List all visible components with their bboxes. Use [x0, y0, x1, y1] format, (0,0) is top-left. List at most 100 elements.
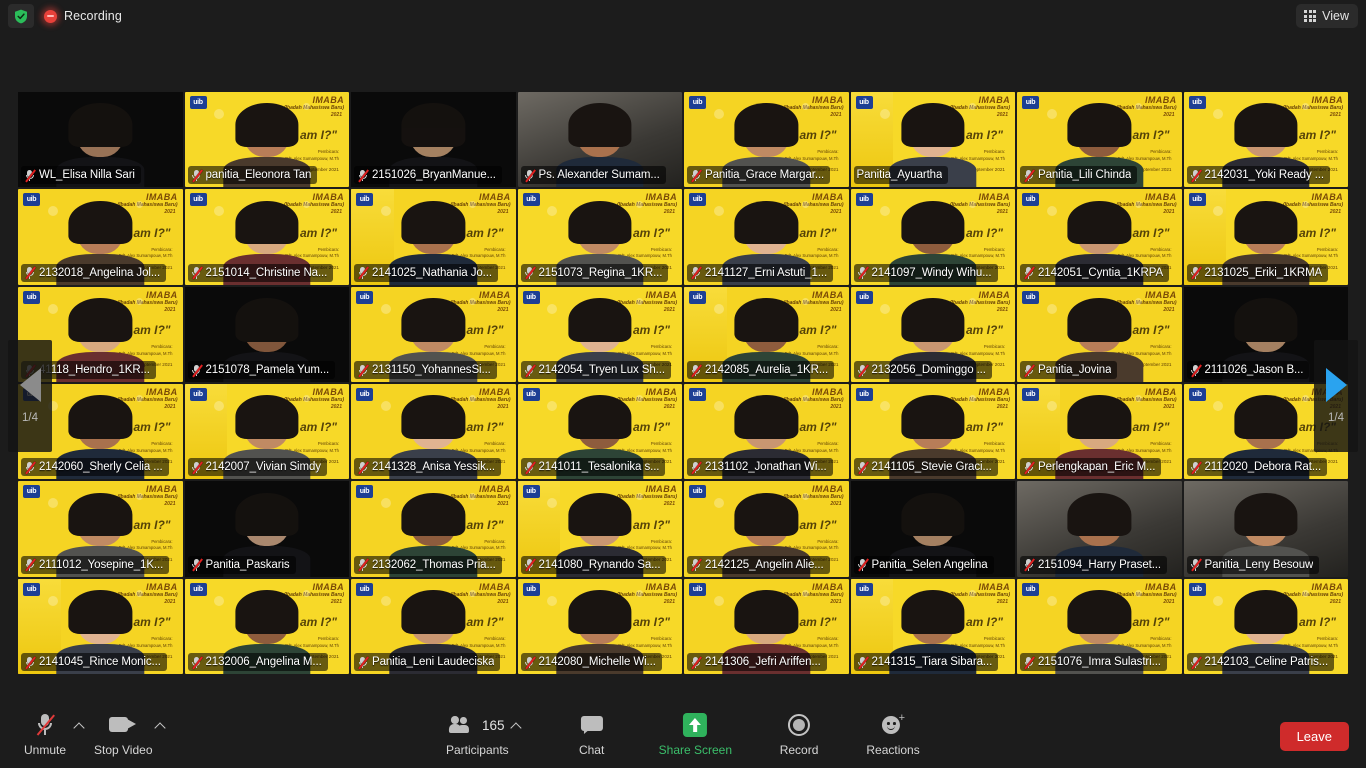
- participant-name: 2131102_Jonathan Wi...: [705, 461, 827, 474]
- participant-tile[interactable]: uibIMABA(Ibadah Mahasiswa Baru)2021"Who …: [184, 92, 349, 188]
- participant-tile[interactable]: uibIMABA(Ibadah Mahasiswa Baru)2021"Who …: [184, 189, 349, 285]
- participant-tile[interactable]: uibIMABA(Ibadah Mahasiswa Baru)2021"Who …: [351, 578, 516, 674]
- participant-tile[interactable]: Ps. Alexander Sumam...: [517, 92, 682, 188]
- poster-year: 2021: [1329, 598, 1341, 605]
- participant-tile[interactable]: WL_Elisa Nilla Sari: [18, 92, 183, 188]
- unmute-button[interactable]: Unmute: [18, 706, 72, 757]
- poster-brand: IMABA: [479, 387, 511, 397]
- participant-tile[interactable]: Panitia_Selen Angelina: [850, 481, 1015, 577]
- participant-name-badge: Panitia_Leni Laudeciska: [354, 653, 501, 671]
- share-screen-button[interactable]: Share Screen: [659, 706, 732, 757]
- poster-brand: IMABA: [146, 387, 178, 397]
- participant-name: 2142085_Aurelia_1KR...: [705, 364, 829, 376]
- poster-year: 2021: [330, 598, 342, 605]
- participant-tile[interactable]: uibIMABA(Ibadah Mahasiswa Baru)2021"Who …: [1183, 578, 1348, 674]
- poster-year: 2021: [497, 209, 509, 216]
- participant-tile[interactable]: uibIMABA(Ibadah Mahasiswa Baru)2021"Who …: [1183, 189, 1348, 285]
- record-button[interactable]: Record: [772, 706, 826, 757]
- participant-tile[interactable]: 2151026_BryanManue...: [351, 92, 516, 188]
- meeting-toolbar: Unmute Stop Video 165 Participants Chat …: [0, 698, 1366, 768]
- participant-tile[interactable]: uibIMABA(Ibadah Mahasiswa Baru)2021"Who …: [684, 578, 849, 674]
- participant-tile[interactable]: uibIMABA(Ibadah Mahasiswa Baru)2021"Who …: [850, 384, 1015, 480]
- microphone-muted-icon: [690, 655, 702, 669]
- participant-tile[interactable]: uibIMABA(Ibadah Mahasiswa Baru)2021"Who …: [1017, 189, 1182, 285]
- participant-tile[interactable]: uibIMABA(Ibadah Mahasiswa Baru)2021"Who …: [850, 578, 1015, 674]
- participant-tile[interactable]: uibIMABA(Ibadah Mahasiswa Baru)2021"Who …: [850, 92, 1015, 188]
- poster-brand: IMABA: [146, 484, 178, 495]
- participant-tile[interactable]: uibIMABA(Ibadah Mahasiswa Baru)2021"Who …: [517, 384, 682, 480]
- participant-tile[interactable]: uibIMABA(Ibadah Mahasiswa Baru)2021"Who …: [1017, 384, 1182, 480]
- participant-tile[interactable]: uibIMABA(Ibadah Mahasiswa Baru)2021"Who …: [184, 578, 349, 674]
- participant-tile[interactable]: uibIMABA(Ibadah Mahasiswa Baru)2021"Who …: [850, 189, 1015, 285]
- participant-name-badge: 2131102_Jonathan Wi...: [687, 458, 833, 477]
- participant-tile[interactable]: Panitia_Leny Besouw: [1183, 481, 1348, 577]
- participant-tile[interactable]: uibIMABA(Ibadah Mahasiswa Baru)2021"Who …: [684, 92, 849, 188]
- microphone-muted-icon: [857, 461, 869, 475]
- participant-tile[interactable]: uibIMABA(Ibadah Mahasiswa Baru)2021"Who …: [351, 189, 516, 285]
- recording-indicator[interactable]: Recording: [40, 9, 122, 23]
- participant-tile[interactable]: uibIMABA(Ibadah Mahasiswa Baru)2021"Who …: [517, 578, 682, 674]
- poster-year: 2021: [830, 501, 842, 508]
- participant-tile[interactable]: Panitia_Paskaris: [184, 481, 349, 577]
- chat-button[interactable]: Chat: [565, 706, 619, 757]
- participant-tile[interactable]: uibIMABA(Ibadah Mahasiswa Baru)2021"Who …: [351, 384, 516, 480]
- participant-tile[interactable]: uibIMABA(Ibadah Mahasiswa Baru)2021"Who …: [684, 481, 849, 577]
- participant-tile[interactable]: uibIMABA(Ibadah Mahasiswa Baru)2021"Who …: [684, 286, 849, 382]
- poster-brand: IMABA: [479, 484, 511, 495]
- poster-year: 2021: [1329, 112, 1341, 118]
- record-label: Record: [779, 743, 819, 757]
- participant-tile[interactable]: uibIMABA(Ibadah Mahasiswa Baru)2021"Who …: [1017, 286, 1182, 382]
- participant-name-badge: 2142007_Vivian Simdy: [187, 458, 327, 477]
- leave-button[interactable]: Leave: [1279, 722, 1349, 751]
- participant-tile[interactable]: uibIMABA(Ibadah Mahasiswa Baru)2021"Who …: [684, 384, 849, 480]
- uib-logo-icon: uib: [23, 290, 40, 304]
- reactions-button[interactable]: + Reactions: [866, 706, 920, 758]
- poster-speaker-line1: Pembicara:: [151, 246, 173, 252]
- participant-name-badge: Panitia_Ayuartha: [853, 166, 949, 185]
- participant-tile[interactable]: uibIMABA(Ibadah Mahasiswa Baru)2021"Who …: [1017, 92, 1182, 188]
- video-options-chevron-up-icon[interactable]: [153, 710, 169, 740]
- participant-name-badge: Perlengkapan_Eric M...: [1020, 458, 1162, 477]
- participant-tile[interactable]: uibIMABA(Ibadah Mahasiswa Baru)2021"Who …: [517, 481, 682, 577]
- poster-speaker-line1: Pembicara:: [817, 246, 839, 252]
- uib-logo-icon: uib: [689, 193, 706, 207]
- audio-options-chevron-up-icon[interactable]: [72, 710, 88, 740]
- uib-logo-icon: uib: [23, 485, 40, 499]
- participant-name: 2132006_Angelina M...: [205, 656, 322, 668]
- uib-logo-icon: uib: [356, 290, 373, 304]
- uib-logo-icon: uib: [689, 290, 706, 304]
- poster-speaker-line1: Pembicara:: [817, 635, 839, 641]
- participant-tile[interactable]: uibIMABA(Ibadah Mahasiswa Baru)2021"Who …: [351, 481, 516, 577]
- microphone-muted-icon: [1023, 655, 1035, 669]
- participant-tile[interactable]: uibIMABA(Ibadah Mahasiswa Baru)2021"Who …: [18, 578, 183, 674]
- participants-options-chevron-up-icon[interactable]: [509, 710, 525, 740]
- smiley-plus-icon: +: [882, 710, 905, 740]
- participant-tile[interactable]: uibIMABA(Ibadah Mahasiswa Baru)2021"Who …: [18, 189, 183, 285]
- participant-tile[interactable]: 2151078_Pamela Yum...: [184, 286, 349, 382]
- previous-page-button[interactable]: 1/4: [8, 340, 52, 452]
- participant-tile[interactable]: uibIMABA(Ibadah Mahasiswa Baru)2021"Who …: [517, 189, 682, 285]
- participant-tile[interactable]: uibIMABA(Ibadah Mahasiswa Baru)2021"Who …: [517, 286, 682, 382]
- poster-brand: IMABA: [479, 289, 511, 300]
- participants-label: Participants: [445, 743, 509, 757]
- participant-tile[interactable]: uibIMABA(Ibadah Mahasiswa Baru)2021"Who …: [1183, 92, 1348, 188]
- microphone-muted-icon: [690, 461, 702, 475]
- participants-button[interactable]: 165 Participants: [446, 706, 509, 757]
- poster-speaker-line1: Pembicara:: [1150, 149, 1172, 155]
- participant-tile[interactable]: uibIMABA(Ibadah Mahasiswa Baru)2021"Who …: [684, 189, 849, 285]
- participant-tile[interactable]: 2151094_Harry Praset...: [1017, 481, 1182, 577]
- stop-video-button[interactable]: Stop Video: [94, 706, 153, 757]
- participant-name: 2142080_Michelle Wi...: [538, 656, 656, 668]
- participant-tile[interactable]: uibIMABA(Ibadah Mahasiswa Baru)2021"Who …: [18, 481, 183, 577]
- next-page-button[interactable]: 1/4: [1314, 340, 1358, 452]
- participant-tile[interactable]: uibIMABA(Ibadah Mahasiswa Baru)2021"Who …: [850, 286, 1015, 382]
- poster-speaker-line1: Pembicara:: [983, 635, 1005, 641]
- participant-tile[interactable]: uibIMABA(Ibadah Mahasiswa Baru)2021"Who …: [184, 384, 349, 480]
- participant-tile[interactable]: uibIMABA(Ibadah Mahasiswa Baru)2021"Who …: [351, 286, 516, 382]
- uib-logo-icon: uib: [1188, 582, 1206, 596]
- participant-name: Panitia_Grace Margar...: [705, 169, 825, 182]
- encryption-shield-icon[interactable]: [8, 4, 34, 28]
- participant-tile[interactable]: uibIMABA(Ibadah Mahasiswa Baru)2021"Who …: [1017, 578, 1182, 674]
- page-indicator-left: 1/4: [22, 412, 38, 424]
- view-button[interactable]: View: [1296, 4, 1358, 28]
